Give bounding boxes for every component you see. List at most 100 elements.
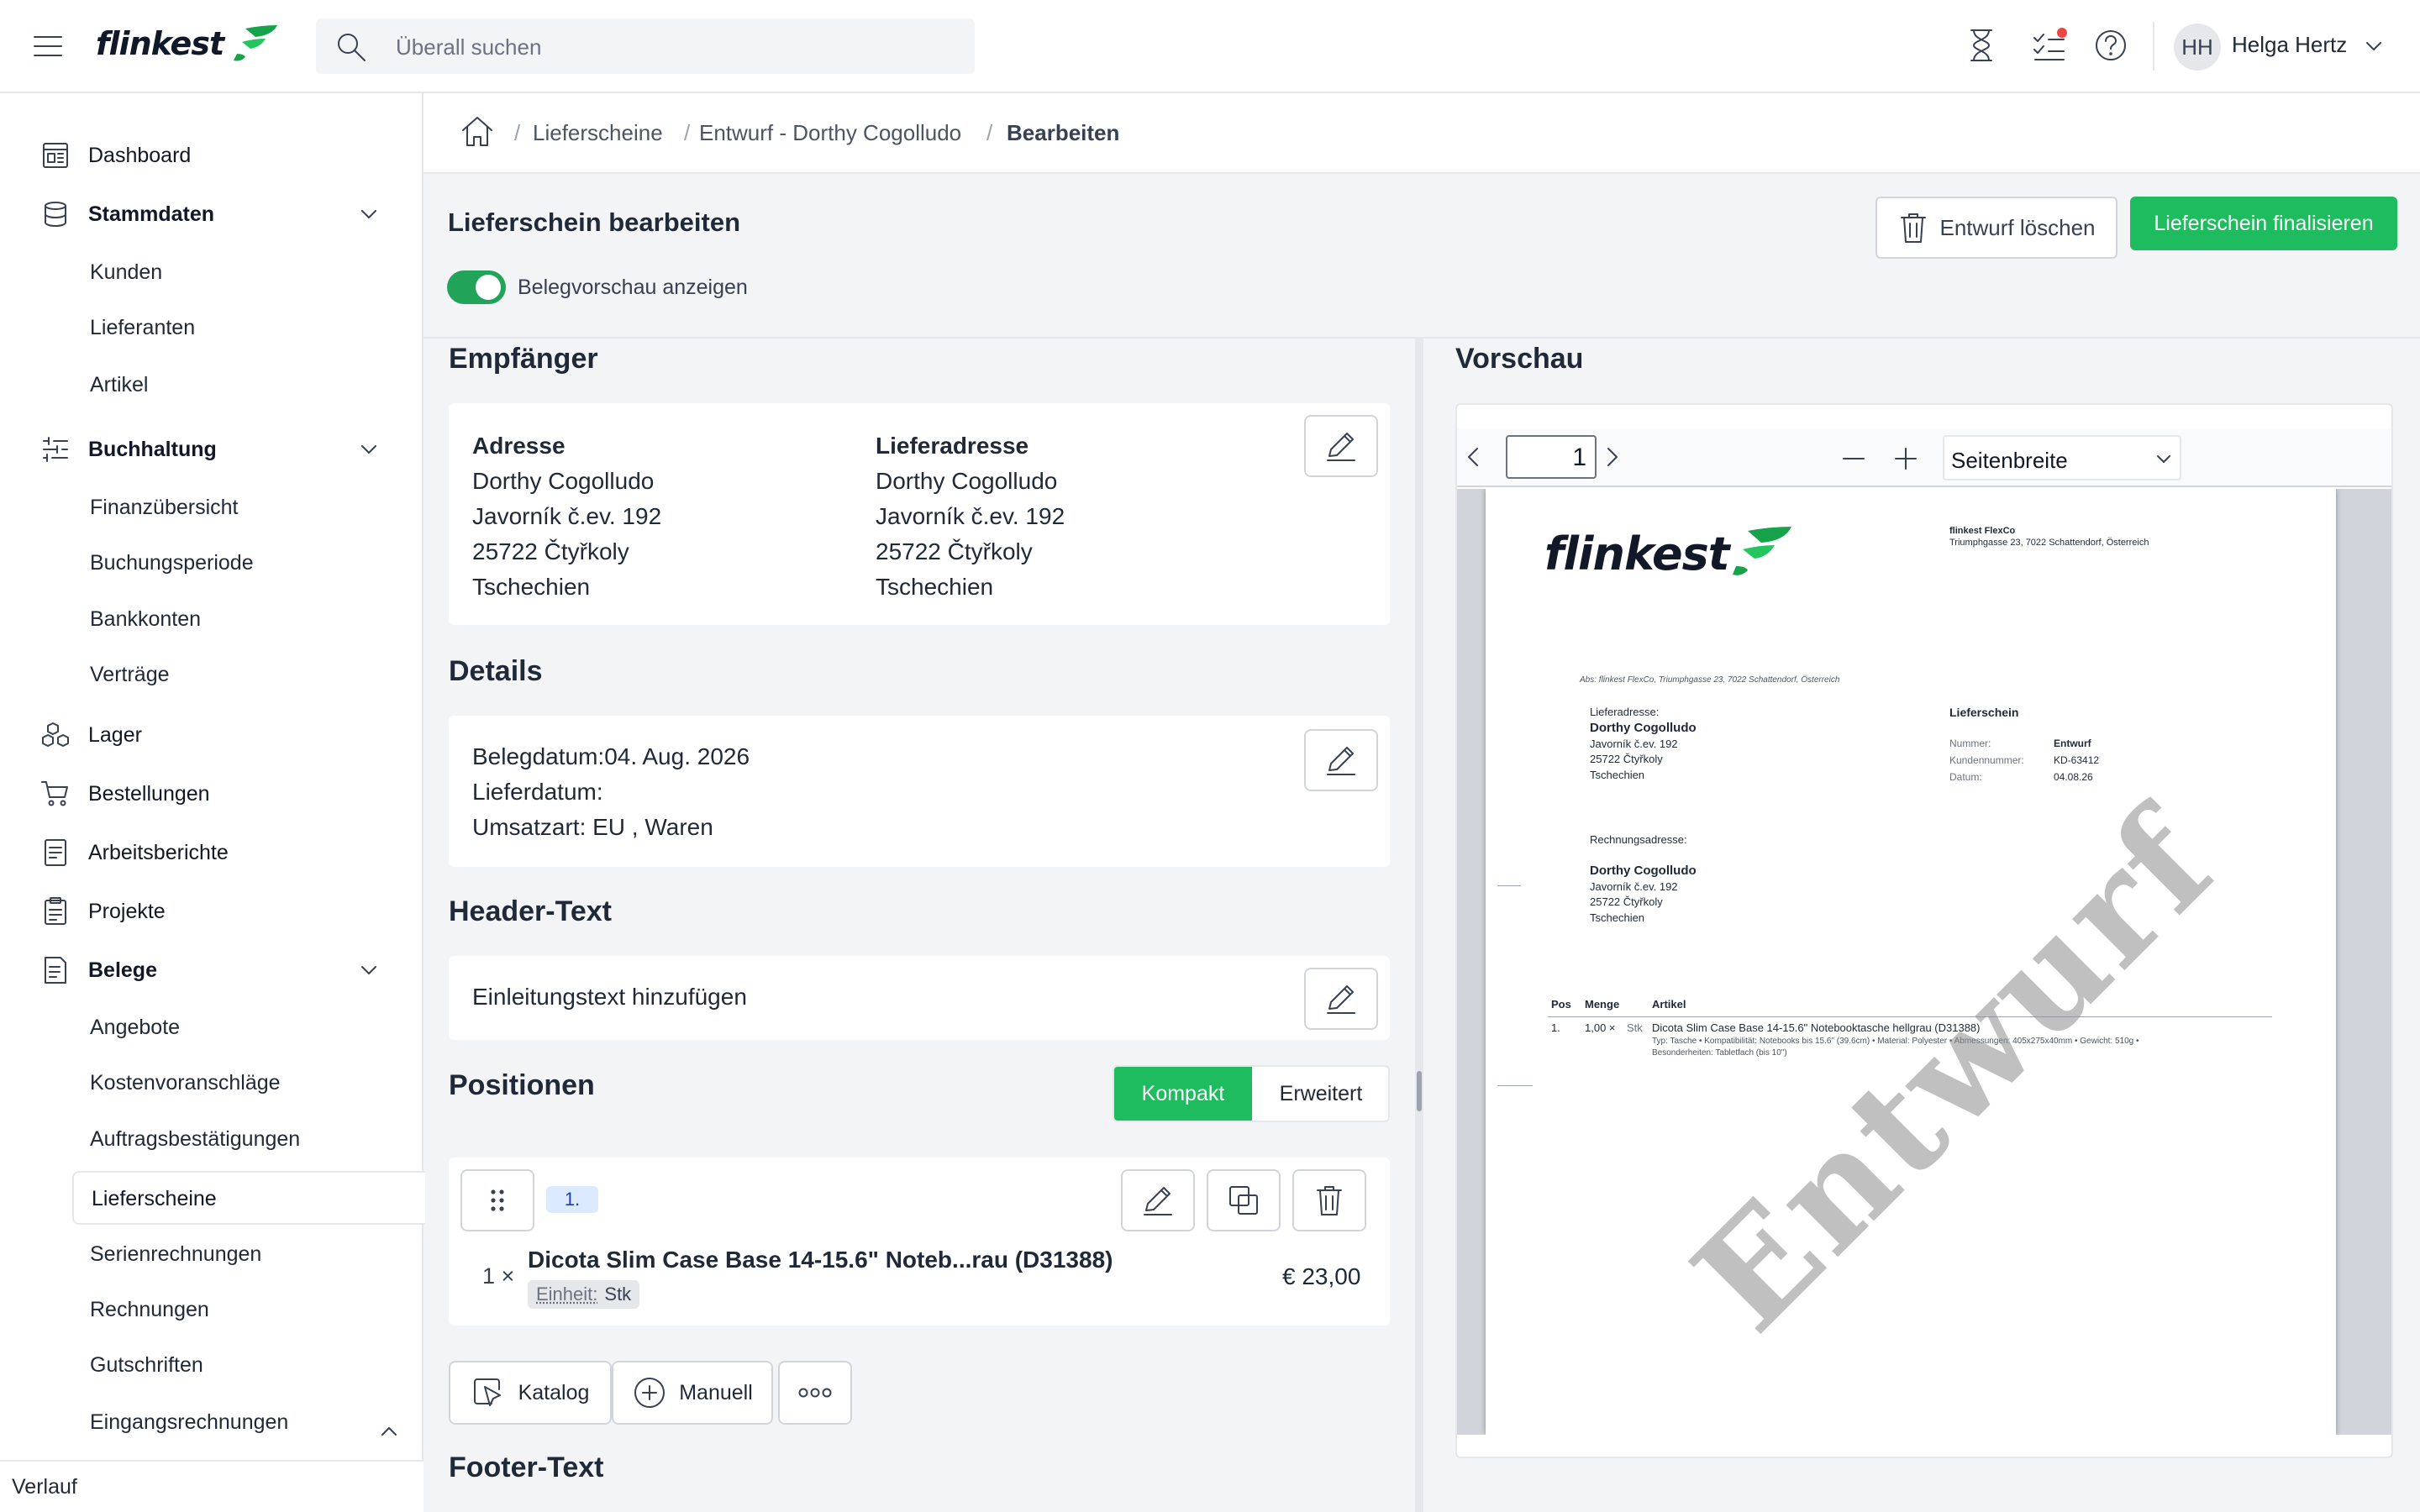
sidebar-item-serienrechnungen[interactable]: Serienrechnungen bbox=[90, 1242, 261, 1267]
breadcrumb-draft[interactable]: Entwurf - Dorthy Cogolludo bbox=[699, 120, 961, 146]
sidebar-item-lager[interactable]: Lager bbox=[0, 718, 420, 752]
sidebar-item-belege[interactable]: Belege bbox=[0, 953, 420, 987]
fold-mark bbox=[1497, 885, 1521, 886]
sidebar-item-rechnungen[interactable]: Rechnungen bbox=[90, 1298, 209, 1322]
home-icon[interactable] bbox=[459, 113, 496, 150]
manual-button[interactable]: Manuell bbox=[612, 1361, 773, 1425]
section-footer-text: Footer-Text bbox=[449, 1452, 604, 1483]
chevron-down-icon bbox=[2157, 455, 2170, 463]
search-input[interactable]: Überall suchen bbox=[396, 34, 541, 60]
chevron-down-icon[interactable] bbox=[2363, 35, 2385, 57]
sidebar-item-dashboard[interactable]: Dashboard bbox=[0, 139, 420, 172]
previous-page-icon[interactable] bbox=[1464, 445, 1484, 469]
zoom-out-icon[interactable] bbox=[1840, 445, 1867, 472]
chevron-down-icon[interactable] bbox=[356, 202, 381, 227]
sidebar-item-label: Buchhaltung bbox=[88, 437, 217, 461]
section-header-text: Header-Text bbox=[449, 895, 612, 927]
address-title: Adresse bbox=[472, 433, 566, 459]
split-divider[interactable] bbox=[1415, 337, 1423, 1512]
drag-handle-icon bbox=[491, 1189, 504, 1211]
sidebar-item-eingangsrechnungen[interactable]: Eingangsrechnungen bbox=[90, 1410, 288, 1435]
recipient-card: Adresse Dorthy Cogolludo Javorník č.ev. … bbox=[449, 403, 1390, 625]
preview-toggle[interactable] bbox=[447, 270, 506, 304]
doc-title: Lieferschein bbox=[1949, 706, 2019, 719]
delete-position-button[interactable] bbox=[1292, 1169, 1366, 1231]
doc-billing-name: Dorthy Cogolludo bbox=[1590, 864, 1697, 878]
doc-row-pos: 1. bbox=[1551, 1021, 1560, 1034]
pdf-canvas: flinkest flinkest FlexCo Triumphgasse 23… bbox=[1457, 489, 2391, 1435]
page-number-input[interactable]: 1 bbox=[1506, 435, 1597, 479]
pencil-icon bbox=[1327, 985, 1355, 1014]
sidebar-item-auftragsbestaetigungen[interactable]: Auftragsbestätigungen bbox=[90, 1127, 300, 1152]
avatar[interactable]: HH bbox=[2174, 24, 2221, 71]
catalog-button[interactable]: Katalog bbox=[449, 1361, 612, 1425]
sidebar-item-lieferanten[interactable]: Lieferanten bbox=[90, 316, 195, 340]
sidebar-item-finanzuebersicht[interactable]: Finanzübersicht bbox=[90, 496, 238, 520]
chevron-down-icon[interactable] bbox=[356, 437, 381, 462]
details-umsatzart: Umsatzart: EU , Waren bbox=[472, 814, 713, 840]
doc-row-qty: 1,00 × bbox=[1585, 1021, 1616, 1034]
breadcrumb: / Lieferscheine / Entwurf - Dorthy Cogol… bbox=[424, 93, 2420, 174]
pencil-icon bbox=[1144, 1187, 1172, 1215]
sidebar-item-gutschriften[interactable]: Gutschriften bbox=[90, 1353, 203, 1378]
sidebar-item-buchungsperiode[interactable]: Buchungsperiode bbox=[90, 551, 254, 575]
edit-recipient-button[interactable] bbox=[1304, 415, 1378, 477]
sidebar-item-kostenvoranschlaege[interactable]: Kostenvoranschläge bbox=[90, 1071, 281, 1095]
dashboard-icon bbox=[43, 143, 68, 168]
tasks-icon[interactable] bbox=[2032, 28, 2069, 63]
finalize-button[interactable]: Lieferschein finalisieren bbox=[2130, 197, 2397, 250]
edit-details-button[interactable] bbox=[1304, 729, 1378, 791]
sidebar-item-stammdaten[interactable]: Stammdaten bbox=[0, 197, 420, 231]
pdf-page: flinkest flinkest FlexCo Triumphgasse 23… bbox=[1486, 489, 2336, 1435]
delete-draft-button[interactable]: Entwurf löschen bbox=[1876, 197, 2118, 259]
header-text-placeholder[interactable]: Einleitungstext hinzufügen bbox=[472, 979, 747, 1015]
section-empfaenger: Empfänger bbox=[449, 343, 598, 375]
pdf-toolbar: 1 Seitenbreite bbox=[1457, 428, 2391, 487]
doc-delivery-line: 25722 Čtyřkoly bbox=[1590, 753, 1663, 765]
copy-icon bbox=[1229, 1186, 1258, 1215]
chevron-down-icon[interactable] bbox=[356, 958, 381, 983]
menu-icon[interactable] bbox=[32, 32, 64, 60]
divider bbox=[2153, 22, 2154, 71]
sidebar-item-angebote[interactable]: Angebote bbox=[90, 1016, 180, 1040]
mode-compact-button[interactable]: Kompakt bbox=[1114, 1067, 1252, 1121]
edit-header-text-button[interactable] bbox=[1304, 968, 1378, 1030]
doc-delivery-label: Lieferadresse: bbox=[1590, 706, 1660, 718]
drag-handle[interactable] bbox=[460, 1169, 534, 1231]
zoom-in-icon[interactable] bbox=[1892, 445, 1919, 472]
section-vorschau: Vorschau bbox=[1455, 343, 1584, 375]
sidebar-item-bestellungen[interactable]: Bestellungen bbox=[0, 777, 420, 811]
position-unit-badge: Einheit: Stk bbox=[528, 1280, 640, 1309]
chevron-up-icon[interactable] bbox=[376, 1419, 402, 1444]
sidebar-item-arbeitsberichte[interactable]: Arbeitsberichte bbox=[0, 836, 420, 869]
sidebar-item-vertraege[interactable]: Verträge bbox=[90, 663, 170, 687]
sidebar-item-label: Bestellungen bbox=[88, 781, 210, 806]
sidebar-item-lieferscheine[interactable]: Lieferscheine bbox=[72, 1171, 425, 1225]
edit-position-button[interactable] bbox=[1121, 1169, 1195, 1231]
timer-icon[interactable] bbox=[1966, 28, 1996, 63]
sidebar-item-kunden[interactable]: Kunden bbox=[90, 260, 162, 285]
next-page-icon[interactable] bbox=[1602, 445, 1622, 469]
sidebar-item-buchhaltung[interactable]: Buchhaltung bbox=[0, 433, 420, 466]
unit-value: Stk bbox=[604, 1284, 632, 1305]
breadcrumb-current: Bearbeiten bbox=[1007, 120, 1120, 145]
app-logo[interactable]: flinkest bbox=[96, 25, 277, 62]
mode-extended-button[interactable]: Erweitert bbox=[1252, 1067, 1388, 1121]
breadcrumb-lieferscheine[interactable]: Lieferscheine bbox=[533, 120, 663, 146]
doc-meta-value: 04.08.26 bbox=[2054, 771, 2093, 783]
mode-extended-label: Erweitert bbox=[1279, 1081, 1363, 1105]
delete-draft-label: Entwurf löschen bbox=[1939, 214, 2096, 240]
global-search[interactable]: Überall suchen bbox=[316, 18, 975, 74]
fold-mark bbox=[1497, 1085, 1533, 1086]
duplicate-position-button[interactable] bbox=[1207, 1169, 1281, 1231]
finalize-label: Lieferschein finalisieren bbox=[2154, 211, 2374, 235]
user-name[interactable]: Helga Hertz bbox=[2232, 32, 2347, 58]
sidebar-item-projekte[interactable]: Projekte bbox=[0, 895, 420, 928]
more-options-button[interactable] bbox=[778, 1361, 852, 1425]
sidebar-item-bankkonten[interactable]: Bankkonten bbox=[90, 607, 201, 632]
history-bar[interactable]: Verlauf bbox=[0, 1460, 424, 1512]
help-icon[interactable] bbox=[2094, 29, 2128, 62]
section-details: Details bbox=[449, 655, 543, 687]
sidebar-item-artikel[interactable]: Artikel bbox=[90, 373, 148, 397]
zoom-select[interactable]: Seitenbreite bbox=[1943, 435, 2181, 480]
